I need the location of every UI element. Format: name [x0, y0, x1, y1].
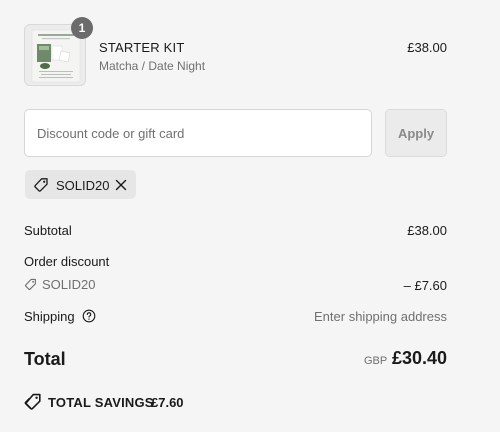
total-savings-value: £7.60 [151, 395, 184, 410]
applied-discount-chip: SOLID20 [25, 170, 136, 199]
shipping-label: Shipping [24, 309, 75, 324]
order-discount-label: Order discount [24, 254, 110, 269]
total-savings-label: TOTAL SAVINGS [48, 395, 154, 410]
product-name: STARTER KIT [99, 40, 185, 55]
order-discount-code-text: SOLID20 [42, 277, 96, 292]
discount-code-label: SOLID20 [56, 178, 110, 193]
subtotal-label: Subtotal [24, 223, 72, 238]
apply-button[interactable]: Apply [385, 109, 447, 157]
subtotal-value: £38.00 [407, 223, 447, 238]
close-icon[interactable] [114, 178, 128, 192]
order-discount-value: – £7.60 [403, 278, 447, 293]
tag-icon [24, 278, 36, 291]
total-label: Total [24, 349, 66, 369]
order-summary: 1 STARTER KIT Matcha / Date Night £38.00… [0, 0, 500, 432]
tags-icon [24, 393, 41, 410]
discount-code-input[interactable] [24, 109, 372, 157]
tag-icon [34, 178, 48, 192]
shipping-value: Enter shipping address [314, 309, 447, 324]
quantity-badge: 1 [71, 17, 93, 39]
help-icon[interactable] [82, 309, 96, 323]
line-item: 1 STARTER KIT Matcha / Date Night £38.00 [24, 17, 447, 86]
product-price: £38.00 [407, 40, 447, 55]
total-value: £30.40 [391, 348, 447, 368]
total-currency: GBP [364, 355, 388, 367]
product-variant: Matcha / Date Night [99, 59, 206, 73]
